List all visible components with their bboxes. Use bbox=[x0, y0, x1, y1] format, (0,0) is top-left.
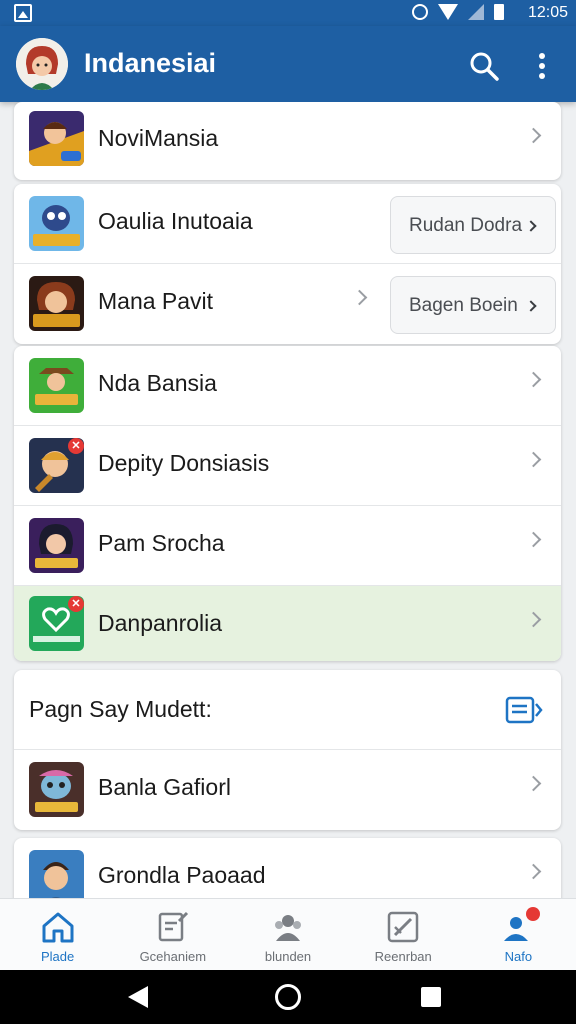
tab-label: Nafo bbox=[504, 949, 533, 964]
wifi-icon bbox=[438, 4, 458, 20]
list-item-label: Nda Bansia bbox=[98, 370, 217, 396]
search-icon[interactable] bbox=[468, 50, 500, 82]
list-card: Grondla Paoaad bbox=[14, 838, 561, 898]
list-item[interactable]: ✕ Depity Donsiasis bbox=[14, 426, 561, 506]
more-options-icon[interactable] bbox=[530, 50, 554, 82]
list-item-label: Danpanrolia bbox=[98, 610, 223, 636]
chevron-right-icon bbox=[525, 220, 537, 232]
game-girl-icon bbox=[29, 518, 84, 573]
pill-label: Rudan Dodra bbox=[409, 215, 523, 236]
tab-label: Gcehaniem bbox=[139, 949, 207, 964]
app-bar: Indanesiai bbox=[0, 26, 576, 102]
edit-icon bbox=[155, 909, 191, 945]
list-item[interactable]: ✕ Danpanrolia bbox=[14, 586, 561, 661]
list-item-label: NoviMansia bbox=[98, 125, 219, 151]
list-item-label: Depity Donsiasis bbox=[98, 450, 270, 476]
chevron-right-icon bbox=[525, 127, 542, 144]
close-badge-icon: ✕ bbox=[68, 596, 84, 612]
image-edit-icon bbox=[385, 909, 421, 945]
game-robot-icon bbox=[29, 196, 84, 251]
recents-icon[interactable] bbox=[421, 987, 441, 1007]
list-item[interactable]: Mana Pavit Bagen Boein bbox=[14, 264, 561, 344]
signal-icon bbox=[468, 4, 484, 20]
close-badge-icon: ✕ bbox=[68, 438, 84, 454]
chevron-right-icon bbox=[351, 289, 368, 306]
app-title: Indanesiai bbox=[84, 48, 217, 78]
chevron-right-icon bbox=[525, 300, 537, 312]
notification-dot bbox=[526, 907, 541, 921]
game-hero-icon bbox=[29, 111, 84, 166]
bottom-navigation: Plade Gcehaniem blunden Reenrban Nafo bbox=[0, 898, 576, 970]
tab-people[interactable]: blunden bbox=[230, 899, 345, 970]
list-item-label: Pam Srocha bbox=[98, 530, 225, 556]
list-item[interactable]: Pam Srocha bbox=[14, 506, 561, 586]
system-navigation-bar bbox=[0, 970, 576, 1024]
chevron-right-icon bbox=[525, 451, 542, 468]
list-item[interactable]: Nda Bansia bbox=[14, 346, 561, 426]
chevron-right-icon bbox=[525, 775, 542, 792]
tab-label: blunden bbox=[264, 949, 312, 964]
tab-image-edit[interactable]: Reenrban bbox=[346, 899, 461, 970]
profile-avatar[interactable] bbox=[16, 38, 68, 90]
home-circle-icon[interactable] bbox=[275, 984, 301, 1010]
pill-label: Bagen Boein bbox=[409, 295, 518, 316]
chevron-right-icon bbox=[525, 611, 542, 628]
chevron-right-icon bbox=[525, 863, 542, 880]
heart-app-icon: ✕ bbox=[29, 596, 84, 651]
game-creature-icon bbox=[29, 762, 84, 817]
chevron-right-icon bbox=[525, 371, 542, 388]
game-boy-icon bbox=[29, 850, 84, 898]
back-icon[interactable] bbox=[128, 986, 148, 1008]
tab-account[interactable]: Nafo bbox=[461, 899, 576, 970]
status-time: 12:05 bbox=[527, 4, 568, 21]
home-icon bbox=[40, 909, 76, 945]
list-item-label: Mana Pavit bbox=[98, 288, 214, 314]
list-card: Oaulia Inutoaia Rudan Dodra Mana Pavit B… bbox=[14, 184, 561, 344]
game-knight-icon: ✕ bbox=[29, 438, 84, 493]
list-item-label: Grondla Paoaad bbox=[98, 862, 266, 888]
list-item-label: Oaulia Inutoaia bbox=[98, 208, 253, 234]
tab-home[interactable]: Plade bbox=[0, 899, 115, 970]
action-pill-button[interactable]: Bagen Boein bbox=[390, 276, 556, 334]
list-card: Nda Bansia ✕ Depity Donsiasis Pam Srocha… bbox=[14, 346, 561, 661]
open-list-icon[interactable] bbox=[505, 696, 543, 724]
section-title: Pagn Say Mudett: bbox=[29, 696, 212, 722]
game-warrior-icon bbox=[29, 276, 84, 331]
list-item[interactable]: Banla Gafiorl bbox=[14, 750, 561, 830]
tab-label: Reenrban bbox=[374, 949, 432, 964]
section-card: Pagn Say Mudett: Banla Gafiorl bbox=[14, 670, 561, 830]
status-bar: 12:05 bbox=[0, 0, 576, 26]
content-scroll[interactable]: NoviMansia Oaulia Inutoaia Rudan Dodra M… bbox=[0, 102, 576, 898]
list-item-label: Banla Gafiorl bbox=[98, 774, 231, 800]
battery-icon bbox=[494, 4, 504, 20]
tab-label: Plade bbox=[40, 949, 75, 964]
action-pill-button[interactable]: Rudan Dodra bbox=[390, 196, 556, 254]
notification-icon bbox=[14, 4, 32, 22]
section-header: Pagn Say Mudett: bbox=[14, 670, 561, 750]
people-icon bbox=[270, 909, 306, 945]
game-cowboy-icon bbox=[29, 358, 84, 413]
list-card: NoviMansia bbox=[14, 102, 561, 180]
chevron-right-icon bbox=[525, 531, 542, 548]
alarm-icon bbox=[412, 4, 428, 20]
list-item[interactable]: NoviMansia bbox=[14, 102, 561, 180]
tab-edit[interactable]: Gcehaniem bbox=[115, 899, 230, 970]
list-item[interactable]: Grondla Paoaad bbox=[14, 838, 561, 898]
list-item[interactable]: Oaulia Inutoaia Rudan Dodra bbox=[14, 184, 561, 264]
